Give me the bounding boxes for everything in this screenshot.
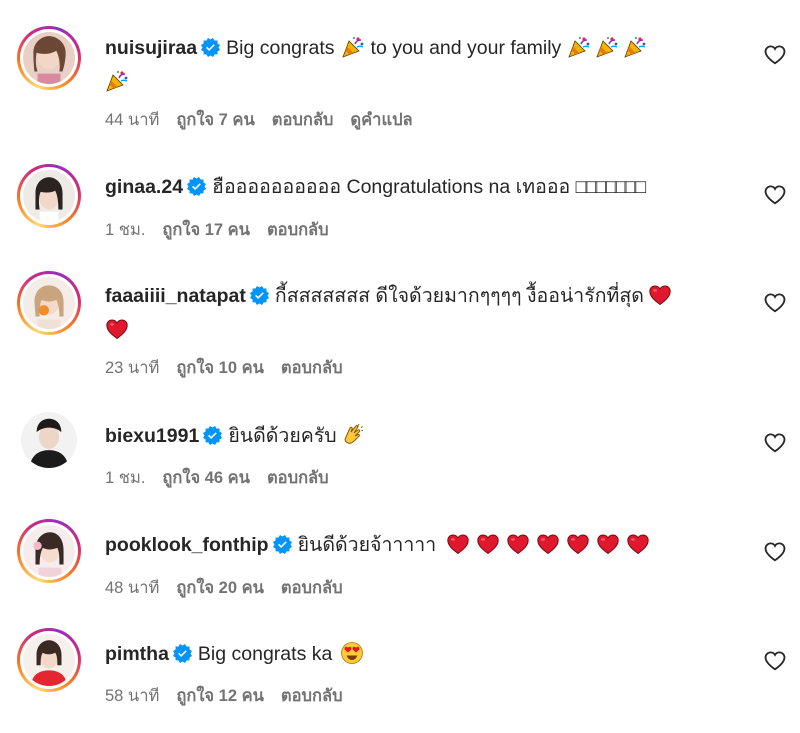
comment-text: ฮืออออออออออ Congratulations na เทอออ <box>212 176 571 198</box>
comment-meta: 1 ชม. ถูกใจ 46 คน ตอบกลับ <box>105 465 346 491</box>
avatar <box>21 412 77 468</box>
avatar-story-ring[interactable] <box>17 271 81 335</box>
comment-body: biexu1991 ยินดีด้วยครับ <box>105 419 745 453</box>
red-heart-icon <box>105 317 129 341</box>
see-translation-button[interactable]: ดูคำแปล <box>350 111 412 129</box>
avatar-ring[interactable] <box>17 408 81 472</box>
comment-likes-count[interactable]: ถูกใจ 12 คน <box>176 687 264 705</box>
red-heart-icon <box>596 532 620 556</box>
red-heart-icon <box>626 532 650 556</box>
comment-body: faaaiiii_natapat กี้สสสสสสส ดีใจด้วยมากๆๆ… <box>105 279 745 347</box>
avatar-photo <box>23 170 75 222</box>
reply-button[interactable]: ตอบกลับ <box>272 111 334 129</box>
like-heart-icon[interactable] <box>764 651 786 671</box>
comment-username[interactable]: faaaiiii_natapat <box>105 285 246 307</box>
comment-username[interactable]: pimtha <box>105 643 169 665</box>
comment-time[interactable]: 48 นาที <box>105 579 159 597</box>
verified-badge-icon <box>250 286 269 305</box>
reply-button[interactable]: ตอบกลับ <box>281 579 343 597</box>
comment-time[interactable]: 44 นาที <box>105 111 159 129</box>
red-heart-icon <box>536 532 560 556</box>
reply-button[interactable]: ตอบกลับ <box>281 687 343 705</box>
comment-meta: 23 นาที ถูกใจ 10 คน ตอบกลับ <box>105 355 360 381</box>
comment-username[interactable]: ginaa.24 <box>105 176 183 198</box>
like-heart-icon[interactable] <box>764 185 786 205</box>
avatar-story-ring[interactable] <box>17 519 81 583</box>
avatar-photo <box>21 412 77 468</box>
comment-text: ยินดีด้วยจ้าาาาา <box>297 534 437 556</box>
verified-badge-icon <box>203 426 222 445</box>
comment-username[interactable]: pooklook_fonthip <box>105 534 269 556</box>
avatar <box>20 522 78 580</box>
comment-time[interactable]: 58 นาที <box>105 687 159 705</box>
avatar <box>20 274 78 332</box>
comment-likes-count[interactable]: ถูกใจ 7 คน <box>176 111 254 129</box>
unrendered-emoji-glyphs: □□□□□□□ <box>575 176 646 198</box>
comment-meta: 48 นาที ถูกใจ 20 คน ตอบกลับ <box>105 575 360 601</box>
verified-badge-icon <box>273 535 292 554</box>
comment-text: Big congrats ka <box>197 643 333 665</box>
comment-body: pimtha Big congrats ka <box>105 637 745 671</box>
comment-likes-count[interactable]: ถูกใจ 17 คน <box>162 221 250 239</box>
verified-badge-icon <box>173 644 192 663</box>
red-heart-icon <box>446 532 470 556</box>
avatar <box>20 631 78 689</box>
clapping-hands-icon <box>341 423 365 447</box>
avatar-story-ring[interactable] <box>17 628 81 692</box>
red-heart-icon <box>566 532 590 556</box>
verified-badge-icon <box>187 177 206 196</box>
comment-meta: 44 นาที ถูกใจ 7 คน ตอบกลับ ดูคำแปล <box>105 107 430 133</box>
comment-likes-count[interactable]: ถูกใจ 46 คน <box>162 469 250 487</box>
comment-time[interactable]: 23 นาที <box>105 359 159 377</box>
reply-button[interactable]: ตอบกลับ <box>281 359 343 377</box>
comment-text: กี้สสสสสสส ดีใจด้วยมากๆๆๆๆ งื้ออน่ารักที… <box>274 285 644 307</box>
heart-eyes-face-icon <box>340 641 364 665</box>
comment-likes-count[interactable]: ถูกใจ 20 คน <box>176 579 264 597</box>
like-heart-icon[interactable] <box>764 293 786 313</box>
reply-button[interactable]: ตอบกลับ <box>267 469 329 487</box>
comment-body: ginaa.24 ฮืออออออออออ Congratulations na … <box>105 170 745 204</box>
avatar-photo <box>23 634 75 686</box>
comment-username[interactable]: biexu1991 <box>105 425 199 447</box>
avatar-photo <box>23 277 75 329</box>
comment-body: pooklook_fonthip ยินดีด้วยจ้าาาาา <box>105 528 745 562</box>
comment-meta: 1 ชม. ถูกใจ 17 คน ตอบกลับ <box>105 217 346 243</box>
red-heart-icon <box>648 283 672 307</box>
avatar-story-ring[interactable] <box>17 164 81 228</box>
like-heart-icon[interactable] <box>764 542 786 562</box>
avatar-photo <box>23 525 75 577</box>
comment-likes-count[interactable]: ถูกใจ 10 คน <box>176 359 264 377</box>
red-heart-icon <box>476 532 500 556</box>
red-heart-icon <box>506 532 530 556</box>
avatar <box>20 167 78 225</box>
comment-time[interactable]: 1 ชม. <box>105 469 145 487</box>
comment-time[interactable]: 1 ชม. <box>105 221 145 239</box>
comment-text: ยินดีด้วยครับ <box>228 425 337 447</box>
comment-item: pimtha Big congrats ka 58 นาที ถูกใจ 12 คน… <box>0 0 800 705</box>
reply-button[interactable]: ตอบกลับ <box>267 221 329 239</box>
comment-meta: 58 นาที ถูกใจ 12 คน ตอบกลับ <box>105 683 360 709</box>
like-heart-icon[interactable] <box>764 433 786 453</box>
